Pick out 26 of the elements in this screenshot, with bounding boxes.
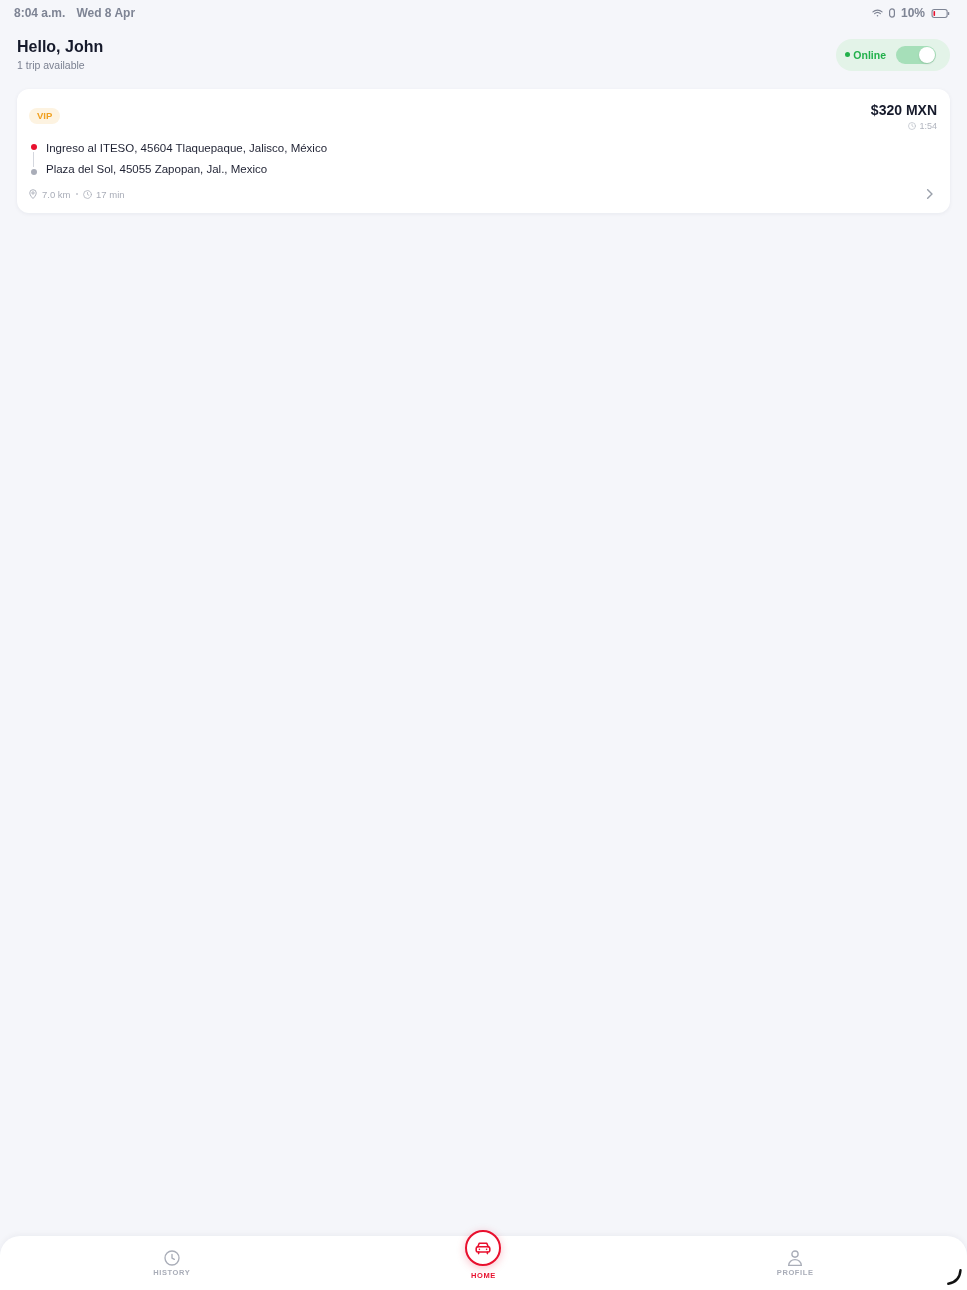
trips-available-text: 1 trip available: [17, 58, 86, 72]
address-text: Ingreso al ITESO, 45604 Tlaquepaque, Jalisco, México: [46, 141, 328, 156]
clock-icon: [908, 122, 917, 130]
vip-badge: VIP: [29, 108, 61, 124]
clock-icon: [83, 189, 92, 199]
address-text: Plaza del Sol, 45055 Zapopan, Jal., Mexico: [46, 162, 269, 177]
status-date: Wed 8 Apr: [76, 6, 136, 20]
duration-text: 17 min: [96, 188, 125, 200]
clock-icon: [163, 1250, 180, 1266]
battery-percent: 10%: [900, 6, 925, 20]
route-line: [32, 152, 35, 167]
distance-text: 7.0 km: [42, 188, 71, 200]
trip-price: $320 MXN: [870, 102, 937, 119]
pin-icon: [29, 189, 37, 199]
curve-icon: [947, 1269, 962, 1285]
status-time: 8:04 a.m.: [14, 6, 66, 20]
countdown-time: 1:54: [919, 120, 937, 132]
online-toggle[interactable]: [896, 45, 936, 64]
status-dot-icon: [845, 52, 851, 57]
wifi-icon: [871, 9, 883, 17]
battery-icon: [931, 8, 950, 18]
chevron-right-icon: [926, 189, 934, 199]
person-icon: [787, 1250, 804, 1266]
greeting-title: Hello, John: [17, 37, 104, 57]
online-label: Online: [853, 48, 886, 61]
trip-card[interactable]: VIP $320 MXN 1:54 Ingreso al ITESO, 45604 Tlaquepaque, Jalisco, México Plaza del Sol, 45055 Zapopan, Jal., Mexico 7.0 km 17 min: [17, 89, 950, 213]
